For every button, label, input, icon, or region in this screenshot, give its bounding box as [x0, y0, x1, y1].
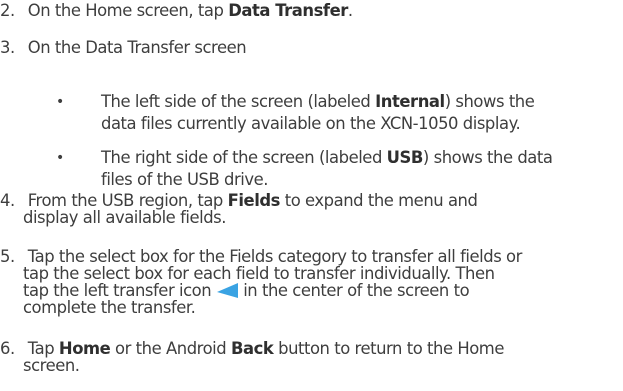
step-6: 6. Tap Home or the Android Back button t… — [0, 340, 504, 374]
step-number: 5. — [0, 247, 15, 266]
instruction-document: 2. On the Home screen, tap Data Transfer… — [0, 0, 623, 391]
step-number: 4. — [0, 191, 15, 210]
step-number: 3. — [0, 38, 15, 57]
step-text: On the Home screen, tap Data Transfer. — [27, 1, 353, 20]
bullet-internal: • The left side of the screen (labeled I… — [56, 91, 616, 135]
bullet-text: The left side of the screen (labeled Int… — [101, 92, 535, 111]
step-text-line3: tap the left transfer icon in the center … — [23, 281, 470, 300]
step-2: 2. On the Home screen, tap Data Transfer… — [0, 2, 353, 19]
bullet-text-line2: data files currently available on the XC… — [101, 114, 521, 133]
fields-label: Fields — [227, 191, 281, 210]
back-label: Back — [230, 339, 274, 358]
step-text: Tap Home or the Android Back button to r… — [27, 339, 505, 358]
step-text: On the Data Transfer screen — [27, 38, 247, 57]
step-text-line2: tap the select box for each field to tra… — [23, 264, 495, 283]
bullet-text-line2: files of the USB drive. — [101, 170, 269, 189]
left-transfer-arrow-icon — [217, 283, 239, 298]
bullet-dot: • — [56, 150, 64, 166]
bullet-usb: • The right side of the screen (labeled … — [56, 147, 616, 191]
step-number: 2. — [0, 1, 15, 20]
internal-label: Internal — [375, 92, 445, 111]
step-4: 4. From the USB region, tap Fields to ex… — [0, 191, 478, 227]
step-text-line4: complete the transfer. — [23, 298, 196, 317]
step-5: 5. Tap the select box for the Fields cat… — [0, 248, 522, 316]
step-number: 6. — [0, 339, 15, 358]
step-text-line2: screen. — [23, 356, 80, 375]
bullet-dot: • — [56, 94, 64, 110]
bullet-text: The right side of the screen (labeled US… — [101, 148, 553, 167]
usb-label: USB — [386, 148, 424, 167]
step-text-line2: display all available fields. — [23, 208, 227, 227]
step-3: 3. On the Data Transfer screen — [0, 38, 247, 57]
data-transfer-label: Data Transfer — [228, 1, 348, 20]
